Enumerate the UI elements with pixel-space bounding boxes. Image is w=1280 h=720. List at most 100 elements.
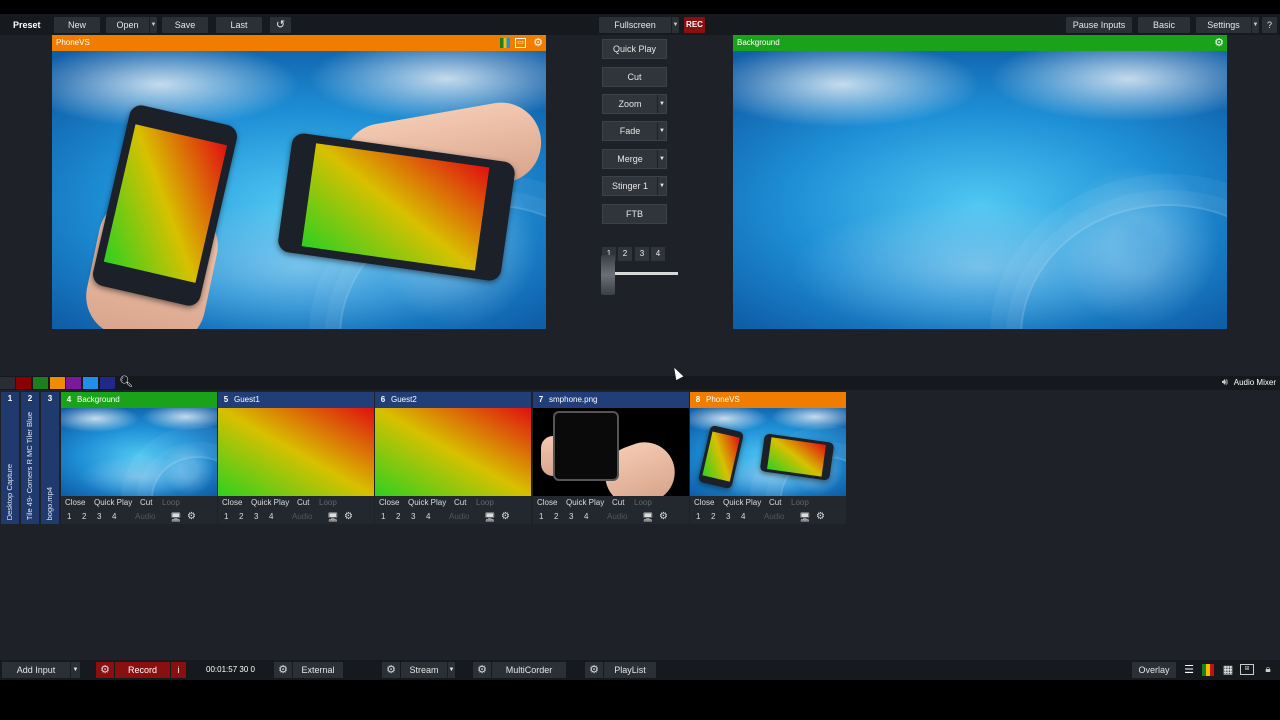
swatch-orange[interactable] bbox=[50, 377, 65, 389]
settings-dropdown-icon[interactable]: ▼ bbox=[1251, 17, 1259, 33]
loop-button[interactable]: Loop bbox=[791, 496, 809, 510]
loop-button[interactable]: Loop bbox=[634, 496, 652, 510]
merge-dropdown-icon[interactable]: ▼ bbox=[657, 150, 666, 168]
overlay-2-button[interactable]: 2 bbox=[554, 510, 558, 524]
tile-header[interactable]: 6 Guest2 bbox=[375, 392, 531, 408]
record-button[interactable]: Record bbox=[115, 662, 170, 678]
cut-button[interactable]: Cut bbox=[297, 496, 309, 510]
colour-key-icon[interactable] bbox=[500, 38, 510, 48]
overlay-icon[interactable]: ▭ bbox=[515, 38, 526, 48]
fullscreen-button[interactable]: Fullscreen ▼ bbox=[599, 17, 679, 33]
overlay-4-button[interactable]: 4 bbox=[269, 510, 273, 524]
help-button[interactable]: ? bbox=[1262, 17, 1277, 33]
overlay-2-button[interactable]: 2 bbox=[396, 510, 400, 524]
overlay-1-button[interactable]: 1 bbox=[539, 510, 543, 524]
overlay-1-button[interactable]: 1 bbox=[696, 510, 700, 524]
quick-play-button[interactable]: Quick Play bbox=[566, 496, 604, 510]
basic-button[interactable]: Basic bbox=[1138, 17, 1190, 33]
add-input-button[interactable]: Add Input ▼ bbox=[2, 662, 80, 678]
multiview-icon[interactable]: ⊞ bbox=[1240, 664, 1254, 675]
tile-header[interactable]: 7 smphone.png bbox=[533, 392, 689, 408]
overlay-3-button[interactable]: 3 bbox=[411, 510, 415, 524]
input-7-tile[interactable]: 7 smphone.png Close Quick Play Cut Loop 1… bbox=[533, 392, 689, 524]
rec-button[interactable]: REC bbox=[684, 17, 705, 33]
transition-2-button[interactable]: 2 bbox=[618, 247, 632, 261]
close-button[interactable]: Close bbox=[379, 496, 399, 510]
stream-button[interactable]: Stream ▼ bbox=[401, 662, 455, 678]
audio-button[interactable]: Audio bbox=[764, 510, 784, 524]
overlay-2-button[interactable]: 2 bbox=[711, 510, 715, 524]
gear-icon[interactable]: ⚙ bbox=[501, 510, 510, 524]
t-bar-handle[interactable] bbox=[601, 255, 615, 295]
fullscreen-dropdown-icon[interactable]: ▼ bbox=[671, 17, 679, 33]
ftb-button[interactable]: FTB bbox=[602, 204, 667, 224]
monitor-icon[interactable]: 🖥︎ bbox=[799, 510, 810, 524]
monitor-icon[interactable]: 🖥︎ bbox=[642, 510, 653, 524]
multicorder-button[interactable]: MultiCorder bbox=[492, 662, 566, 678]
overlay-1-button[interactable]: 1 bbox=[67, 510, 71, 524]
swatch-purple[interactable] bbox=[66, 377, 81, 389]
audio-button[interactable]: Audio bbox=[292, 510, 312, 524]
gear-icon[interactable]: ⚙ bbox=[344, 510, 353, 524]
gear-icon[interactable]: ⚙ bbox=[816, 510, 825, 524]
monitor-icon[interactable]: 🖥︎ bbox=[327, 510, 338, 524]
overlay-4-button[interactable]: 4 bbox=[112, 510, 116, 524]
monitor-icon[interactable]: 🖥︎ bbox=[484, 510, 495, 524]
fade-button[interactable]: Fade ▼ bbox=[602, 121, 667, 141]
swatch-navy[interactable] bbox=[100, 377, 115, 389]
input-5-tile[interactable]: 5 Guest1 Close Quick Play Cut Loop 1 2 3 … bbox=[218, 392, 374, 524]
overlay-3-button[interactable]: 3 bbox=[97, 510, 101, 524]
new-button[interactable]: New bbox=[54, 17, 100, 33]
pause-inputs-button[interactable]: Pause Inputs bbox=[1066, 17, 1132, 33]
overlay-1-button[interactable]: 1 bbox=[381, 510, 385, 524]
gear-icon[interactable]: ⚙ bbox=[187, 510, 196, 524]
swatch-blue[interactable] bbox=[83, 377, 98, 389]
overlay-2-button[interactable]: 2 bbox=[82, 510, 86, 524]
tile-header[interactable]: 5 Guest1 bbox=[218, 392, 374, 408]
overlay-2-button[interactable]: 2 bbox=[239, 510, 243, 524]
quick-play-button[interactable]: Quick Play bbox=[723, 496, 761, 510]
overlay-3-button[interactable]: 3 bbox=[254, 510, 258, 524]
input-4-tile[interactable]: 4 Background Close Quick Play Cut Loop 1 … bbox=[61, 392, 217, 524]
cut-button[interactable]: Cut bbox=[769, 496, 781, 510]
loop-button[interactable]: Loop bbox=[476, 496, 494, 510]
last-button[interactable]: Last bbox=[216, 17, 262, 33]
quick-play-button[interactable]: Quick Play bbox=[408, 496, 446, 510]
audio-meter-icon[interactable] bbox=[1202, 664, 1214, 676]
loop-button[interactable]: Loop bbox=[319, 496, 337, 510]
merge-button[interactable]: Merge ▼ bbox=[602, 149, 667, 169]
overlay-button[interactable]: Overlay bbox=[1132, 662, 1176, 678]
swatch-green[interactable] bbox=[33, 377, 48, 389]
input-thumbnail[interactable] bbox=[375, 408, 531, 496]
gear-icon[interactable]: ⚙ bbox=[659, 510, 668, 524]
playlist-button[interactable]: PlayList bbox=[604, 662, 656, 678]
stinger-button[interactable]: Stinger 1 ▼ bbox=[602, 176, 667, 196]
close-button[interactable]: Close bbox=[65, 496, 85, 510]
cut-button[interactable]: Cut bbox=[612, 496, 624, 510]
input-1-tile[interactable]: 1 Desktop Capture bbox=[1, 392, 19, 524]
overlay-3-button[interactable]: 3 bbox=[726, 510, 730, 524]
overlay-4-button[interactable]: 4 bbox=[426, 510, 430, 524]
input-8-tile[interactable]: 8 PhoneVS Close Quick Play Cut Loop 1 2 3… bbox=[690, 392, 846, 524]
swatch-none[interactable] bbox=[0, 377, 15, 389]
speaker-icon[interactable]: 🔊︎ bbox=[1222, 377, 1228, 389]
fade-dropdown-icon[interactable]: ▼ bbox=[657, 122, 666, 140]
transition-4-button[interactable]: 4 bbox=[651, 247, 665, 261]
audio-button[interactable]: Audio bbox=[449, 510, 469, 524]
overlay-4-button[interactable]: 4 bbox=[741, 510, 745, 524]
tile-header[interactable]: 8 PhoneVS bbox=[690, 392, 846, 408]
stinger-dropdown-icon[interactable]: ▼ bbox=[657, 177, 666, 195]
zoom-button[interactable]: Zoom ▼ bbox=[602, 94, 667, 114]
grid-view-icon[interactable]: ▦ bbox=[1220, 662, 1236, 678]
quick-play-button[interactable]: Quick Play bbox=[602, 39, 667, 59]
input-6-tile[interactable]: 6 Guest2 Close Quick Play Cut Loop 1 2 3 … bbox=[375, 392, 531, 524]
record-settings-gear-icon[interactable]: ⚙ bbox=[96, 662, 114, 678]
open-dropdown-icon[interactable]: ▼ bbox=[149, 17, 157, 33]
input-thumbnail[interactable] bbox=[533, 408, 689, 496]
quick-play-button[interactable]: Quick Play bbox=[94, 496, 132, 510]
overlay-4-button[interactable]: 4 bbox=[584, 510, 588, 524]
cut-button[interactable]: Cut bbox=[140, 496, 152, 510]
input-3-tile[interactable]: 3 bogo.mp4 bbox=[41, 392, 59, 524]
transition-3-button[interactable]: 3 bbox=[635, 247, 649, 261]
zoom-dropdown-icon[interactable]: ▼ bbox=[657, 95, 666, 113]
